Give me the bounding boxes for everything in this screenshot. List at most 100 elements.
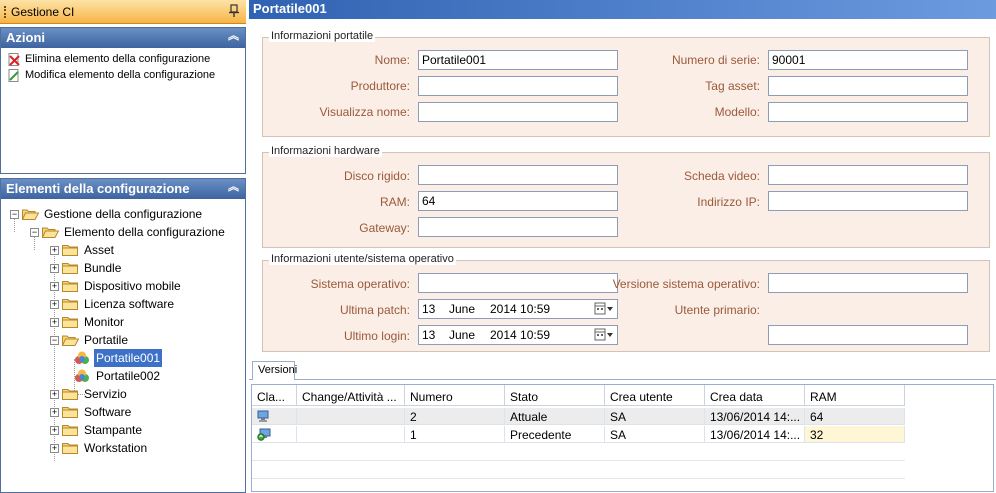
os-field[interactable]: [418, 273, 618, 293]
col-crea-data[interactable]: Crea data: [705, 385, 805, 406]
expand-node-icon[interactable]: +: [50, 444, 59, 453]
asset-tag-field[interactable]: [768, 76, 968, 96]
folder-icon: [62, 299, 78, 310]
expand-node-icon[interactable]: +: [50, 246, 59, 255]
expand-node-icon[interactable]: +: [50, 408, 59, 417]
col-stato[interactable]: Stato: [505, 385, 605, 406]
ci-form: Informazioni portatile Nome: Numero di s…: [249, 19, 996, 357]
collapse-icon[interactable]: ︽: [228, 182, 239, 193]
table-cell-change[interactable]: [297, 426, 405, 443]
nome-label: Nome:: [374, 53, 410, 67]
asset-tag-label: Tag asset:: [705, 79, 760, 93]
primary-user-label: Utente primario:: [674, 303, 760, 317]
collapse-node-icon[interactable]: −: [50, 336, 59, 345]
hard-disk-field[interactable]: [418, 165, 618, 185]
model-field[interactable]: [768, 102, 968, 122]
tree-item[interactable]: + Dispositivo mobile: [1, 277, 245, 295]
table-row-icon-cell[interactable]: [252, 426, 297, 443]
tree-item[interactable]: + Licenza software: [1, 295, 245, 313]
tree-item[interactable]: + Stampante: [1, 421, 245, 439]
actions-panel-title: Azioni: [6, 30, 45, 45]
actions-panel-header[interactable]: Azioni ︽: [1, 28, 245, 48]
expand-node-icon[interactable]: +: [50, 318, 59, 327]
os-label: Sistema operativo:: [310, 277, 410, 291]
produttore-field[interactable]: [418, 76, 618, 96]
display-name-field[interactable]: [418, 102, 618, 122]
tree-item-selected[interactable]: Portatile001: [1, 349, 245, 367]
video-card-field[interactable]: [768, 165, 968, 185]
delete-ci-action[interactable]: Elimina elemento della configurazione: [1, 51, 245, 67]
tree-item[interactable]: − Gestione della configurazione: [1, 205, 245, 223]
table-cell-ram[interactable]: 64: [805, 408, 905, 425]
pin-icon[interactable]: [228, 4, 240, 18]
table-row-icon-cell[interactable]: [252, 408, 297, 425]
last-patch-datepicker[interactable]: 13 June 2014 10:59: [418, 299, 618, 319]
left-pane-titlebar: Gestione CI: [0, 0, 246, 24]
tree-item[interactable]: + Asset: [1, 241, 245, 259]
expand-node-icon[interactable]: +: [50, 282, 59, 291]
nome-field[interactable]: [418, 50, 618, 70]
edit-icon: [8, 69, 19, 82]
table-cell-ram[interactable]: 32: [805, 426, 905, 443]
col-crea-utente[interactable]: Crea utente: [605, 385, 705, 406]
tab-versioni[interactable]: Versioni: [252, 361, 297, 380]
collapse-node-icon[interactable]: −: [10, 210, 19, 219]
tree-item-label: Bundle: [84, 261, 122, 275]
tree-item[interactable]: Portatile002: [1, 367, 245, 385]
folder-open-icon: [22, 209, 39, 220]
col-class[interactable]: Cla...: [252, 385, 297, 406]
ip-address-field[interactable]: [768, 191, 968, 211]
primary-user-field[interactable]: [768, 325, 968, 345]
table-cell-data[interactable]: 13/06/2014 14:...: [705, 408, 805, 425]
expand-node-icon[interactable]: +: [50, 390, 59, 399]
table-cell-change[interactable]: [297, 408, 405, 425]
ram-field[interactable]: [418, 191, 618, 211]
ci-item-icon: [75, 369, 89, 382]
table-cell-stato[interactable]: Precedente: [505, 426, 605, 443]
table-cell-numero[interactable]: 1: [405, 426, 505, 443]
os-info-title: Informazioni utente/sistema operativo: [269, 253, 456, 265]
table-cell-stato[interactable]: Attuale: [505, 408, 605, 425]
tree-item-label: Asset: [84, 243, 115, 257]
video-card-label: Scheda video:: [683, 169, 760, 183]
folder-open-icon: [42, 227, 59, 238]
tree-item[interactable]: + Workstation: [1, 439, 245, 457]
expand-node-icon[interactable]: +: [50, 264, 59, 273]
edit-ci-action[interactable]: Modifica elemento della configurazione: [1, 67, 245, 83]
computer-refresh-icon: [257, 428, 271, 441]
collapse-node-icon[interactable]: −: [30, 228, 39, 237]
table-cell-utente[interactable]: SA: [605, 408, 705, 425]
expand-node-icon[interactable]: +: [50, 300, 59, 309]
table-cell-data[interactable]: 13/06/2014 14:...: [705, 426, 805, 443]
gateway-field[interactable]: [418, 217, 618, 237]
last-login-label: Ultimo login:: [343, 329, 410, 343]
login-year-time: 2014 10:59: [490, 328, 551, 342]
tree-item[interactable]: + Servizio: [1, 385, 245, 403]
last-login-datepicker[interactable]: 13 June 2014 10:59: [418, 325, 618, 345]
grip-icon[interactable]: [4, 6, 6, 18]
expand-node-icon[interactable]: +: [50, 426, 59, 435]
os-version-field[interactable]: [768, 273, 968, 293]
tree-item[interactable]: − Portatile: [1, 331, 245, 349]
tree-item-label: Elemento della configurazione: [64, 225, 225, 239]
table-cell-numero[interactable]: 2: [405, 408, 505, 425]
calendar-dropdown-icon[interactable]: [594, 302, 614, 316]
left-pane: Gestione CI Azioni ︽ Elimina elemento de…: [0, 0, 246, 493]
calendar-dropdown-icon[interactable]: [594, 328, 614, 342]
patch-day: 13: [422, 302, 436, 316]
collapse-icon[interactable]: ︽: [228, 31, 239, 42]
tree-item[interactable]: − Elemento della configurazione: [1, 223, 245, 241]
gateway-label: Gateway:: [359, 221, 410, 235]
login-month: June: [449, 328, 476, 342]
elements-panel-header[interactable]: Elementi della configurazione ︽: [1, 179, 245, 199]
tree-item-label: Dispositivo mobile: [84, 279, 181, 293]
col-change[interactable]: Change/Attività ...: [297, 385, 405, 406]
col-ram[interactable]: RAM: [805, 385, 905, 406]
serial-field[interactable]: [768, 50, 968, 70]
col-numero[interactable]: Numero: [405, 385, 505, 406]
tree-item[interactable]: + Monitor: [1, 313, 245, 331]
computer-icon: [257, 410, 269, 422]
table-cell-utente[interactable]: SA: [605, 426, 705, 443]
tree-item[interactable]: + Bundle: [1, 259, 245, 277]
tree-item[interactable]: + Software: [1, 403, 245, 421]
